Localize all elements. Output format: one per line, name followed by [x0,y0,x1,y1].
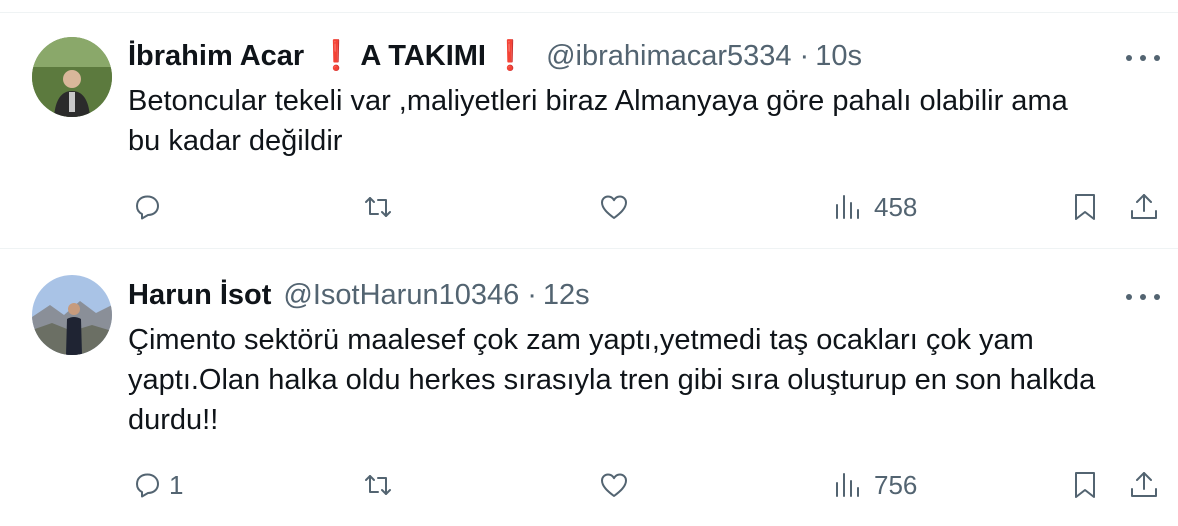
more-icon[interactable] [1126,48,1160,68]
action-bar: 458 [0,187,1178,227]
tweet-text-line: Çimento sektörü maalesef çok zam yaptı,y… [128,324,1034,356]
reply-button[interactable] [131,187,173,227]
action-bar: 1 756 [0,465,1178,505]
retweet-icon [365,475,391,495]
top-divider [0,12,1178,13]
views-icon [836,195,859,219]
retweet-icon [365,197,391,217]
retweet-button[interactable] [362,465,394,505]
avatar[interactable] [32,37,112,117]
heart-icon [601,195,627,219]
separator: · [799,40,810,72]
share-icon [1131,472,1157,497]
views-button[interactable]: 458 [832,187,917,227]
badge-exclamation-icon: ❗ [491,40,529,72]
reply-icon [136,195,159,220]
tweet-header: Harun İsot @IsotHarun10346 · 12s [128,277,590,313]
views-count: 756 [874,469,918,500]
like-button[interactable] [598,187,630,227]
handle[interactable]: @IsotHarun10346 [283,277,519,313]
avatar-image [32,275,112,355]
reply-icon [136,473,159,498]
tweet-text-line: durdu!! [128,404,219,436]
heart-icon [601,473,627,497]
badge-exclamation-icon: ❗ [318,40,355,72]
retweet-button[interactable] [362,187,394,227]
share-icon [1131,194,1157,219]
bookmark-icon [1075,472,1095,498]
like-button[interactable] [598,465,630,505]
share-button[interactable] [1128,187,1160,227]
views-count: 458 [874,191,918,222]
views-icon [836,473,859,497]
share-button[interactable] [1128,465,1160,505]
tweet-text: Betoncular tekeli var ,maliyetleri biraz… [128,81,1138,161]
reply-count: 1 [169,469,184,500]
display-name[interactable]: İbrahim Acar [128,38,304,74]
more-icon[interactable] [1126,287,1160,307]
tweet-divider [0,248,1178,249]
tweet-text-line: yaptı.Olan halka oldu herkes sırasıyla t… [128,364,1096,396]
handle[interactable]: @ibrahimacar5334 [546,38,791,74]
tweet-text-line: bu kadar değildir [128,125,343,157]
views-button[interactable]: 756 [832,465,917,505]
bookmark-button[interactable] [1069,465,1101,505]
tweet-text-line: Betoncular tekeli var ,maliyetleri biraz… [128,85,1068,117]
tweet-text: Çimento sektörü maalesef çok zam yaptı,y… [128,320,1138,440]
separator: · [527,279,537,311]
timestamp[interactable]: 10s [815,38,862,74]
avatar[interactable] [32,275,112,355]
display-name[interactable]: Harun İsot [128,277,271,313]
badge-text: A TAKIMI [360,40,486,72]
tweet-header: İbrahim Acar ❗ A TAKIMI ❗ @ibrahimacar53… [128,38,862,74]
avatar-image [32,37,112,117]
bookmark-button[interactable] [1069,187,1101,227]
reply-button[interactable]: 1 [131,465,183,505]
timestamp[interactable]: 12s [543,277,590,313]
bookmark-icon [1075,194,1095,220]
